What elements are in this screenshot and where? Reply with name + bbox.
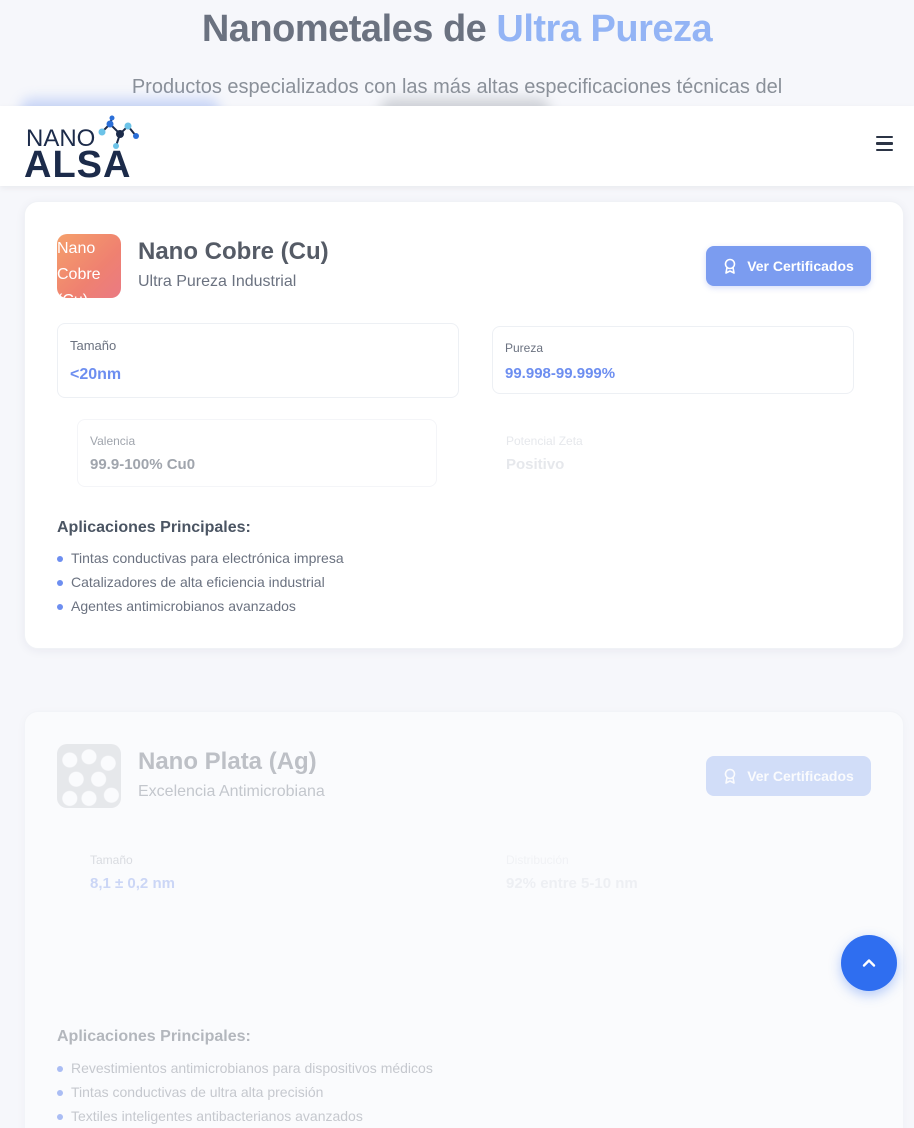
award-icon	[724, 768, 736, 784]
title-accent: Ultra Pureza	[496, 8, 713, 50]
view-certificates-button[interactable]: Ver Certificados	[706, 756, 871, 796]
product-name: Nano Cobre (Cu)	[138, 238, 329, 265]
spec-value: 99.9-100% Cu0	[90, 456, 196, 473]
spec-size: Tamaño 8,1 ± 0,2 nm	[77, 838, 437, 906]
navbar: NANO ALSA	[0, 106, 914, 186]
menu-button[interactable]	[876, 136, 894, 154]
award-icon	[724, 258, 736, 274]
list-item: Textiles inteligentes antibacterianos av…	[57, 1106, 433, 1128]
list-item: Catalizadores de alta eficiencia industr…	[57, 572, 344, 596]
product-image-copper: Nano Cobre (Cu)	[57, 234, 121, 298]
spec-label: Tamaño	[70, 338, 117, 353]
applications-title: Aplicaciones Principales:	[57, 1028, 251, 1045]
spec-label: Distribución	[506, 853, 569, 867]
spec-value: <20nm	[70, 366, 122, 383]
image-alt-text: Nano Cobre (Cu)	[57, 240, 101, 298]
list-item: Tintas conductivas para electrónica impr…	[57, 548, 344, 572]
chevron-up-icon	[862, 959, 876, 967]
spec-label: Tamaño	[90, 853, 133, 867]
page-subtitle: Productos especializados con las más alt…	[131, 76, 783, 98]
spec-value: 99.998-99.999%	[505, 365, 616, 382]
spec-distribution: Distribución 92% entre 5-10 nm	[493, 838, 853, 906]
product-card-copper: Nano Cobre (Cu) Nano Cobre (Cu) Ultra Pu…	[24, 201, 904, 649]
list-item: Revestimientos antimicrobianos para disp…	[57, 1058, 433, 1082]
product-card-silver: Nano Plata (Ag) Excelencia Antimicrobian…	[24, 711, 904, 1128]
scroll-to-top-button[interactable]	[841, 935, 897, 991]
spec-valence: Valencia 99.9-100% Cu0	[77, 419, 437, 487]
spec-value: Positivo	[506, 456, 565, 473]
page-title: Nanometales de Ultra Pureza	[0, 8, 914, 51]
button-label: Ver Certificados	[747, 258, 854, 274]
spec-label: Valencia	[90, 434, 136, 448]
spec-label: Pureza	[505, 341, 544, 355]
product-name: Nano Plata (Ag)	[138, 748, 317, 775]
molecule-icon	[98, 115, 139, 149]
product-tagline: Excelencia Antimicrobiana	[138, 783, 325, 800]
applications-list: Revestimientos antimicrobianos para disp…	[57, 1058, 433, 1128]
view-certificates-button[interactable]: Ver Certificados	[706, 246, 871, 286]
spec-label: Potencial Zeta	[506, 434, 583, 448]
logo[interactable]: NANO ALSA	[24, 114, 144, 186]
applications-list: Tintas conductivas para electrónica impr…	[57, 548, 344, 620]
spec-value: 92% entre 5-10 nm	[506, 875, 638, 892]
spec-size: Tamaño <20nm	[57, 323, 459, 398]
list-item: Agentes antimicrobianos avanzados	[57, 596, 344, 620]
product-tagline: Ultra Pureza Industrial	[138, 273, 297, 290]
spec-zeta-potential: Potencial Zeta Positivo	[493, 419, 853, 487]
applications-title: Aplicaciones Principales:	[57, 519, 251, 536]
spec-value: 8,1 ± 0,2 nm	[90, 875, 175, 892]
spec-purity: Pureza 99.998-99.999%	[492, 326, 854, 394]
hamburger-icon	[876, 136, 893, 139]
product-image-silver	[57, 744, 121, 808]
list-item: Tintas conductivas de ultra alta precisi…	[57, 1082, 433, 1106]
title-prefix: Nanometales de	[201, 8, 487, 50]
button-label: Ver Certificados	[747, 768, 854, 784]
